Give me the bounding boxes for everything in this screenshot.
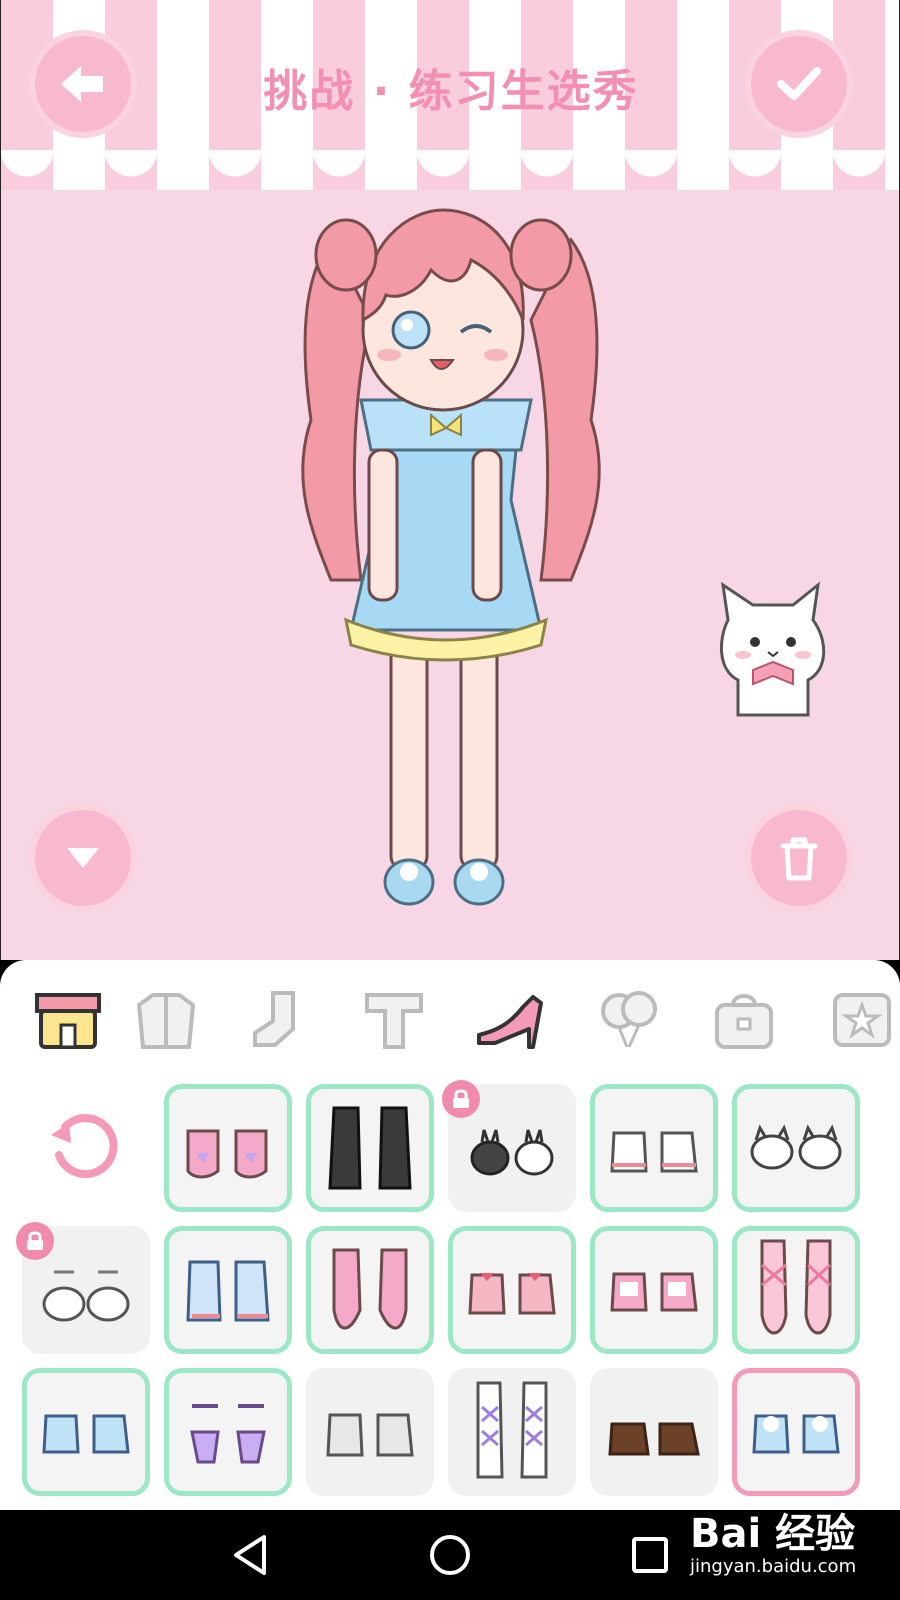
shoe-thumb bbox=[470, 1129, 554, 1176]
shoe-thumb bbox=[42, 1414, 130, 1454]
shoe-thumb bbox=[750, 1124, 842, 1170]
category-tabs bbox=[0, 960, 900, 1070]
jacket-icon bbox=[136, 993, 196, 1049]
shoe-item[interactable] bbox=[306, 1084, 434, 1212]
shoe-item[interactable] bbox=[22, 1368, 150, 1496]
tab-coat[interactable] bbox=[130, 984, 202, 1056]
shop-icon bbox=[35, 993, 101, 1049]
shoe-item[interactable] bbox=[590, 1226, 718, 1354]
triangle-down-icon bbox=[67, 848, 99, 868]
shoe-thumb bbox=[42, 1270, 130, 1322]
tab-shop[interactable] bbox=[32, 984, 104, 1056]
nav-back-button[interactable] bbox=[225, 1530, 275, 1580]
lock-badge bbox=[442, 1080, 480, 1118]
lock-badge bbox=[16, 1222, 54, 1260]
wardrobe-panel bbox=[0, 960, 900, 1510]
watermark-logo: Bai 经验 bbox=[690, 1511, 856, 1557]
shoe-item[interactable] bbox=[306, 1226, 434, 1354]
tab-top[interactable] bbox=[358, 984, 430, 1056]
nav-recent-button[interactable] bbox=[625, 1530, 675, 1580]
shoe-item[interactable] bbox=[590, 1084, 718, 1212]
shoe-thumb bbox=[186, 1260, 270, 1322]
shoe-thumb bbox=[760, 1239, 832, 1335]
sock-icon bbox=[253, 991, 295, 1047]
star-badge-icon bbox=[833, 993, 891, 1047]
dressup-stage: 挑战 · 练习生选秀 bbox=[0, 0, 900, 960]
shoe-thumb bbox=[610, 1272, 698, 1312]
nav-home-icon bbox=[430, 1535, 470, 1575]
reset-icon bbox=[51, 1114, 118, 1179]
delete-button[interactable] bbox=[745, 804, 853, 912]
shoe-thumb bbox=[608, 1422, 700, 1456]
confirm-button[interactable] bbox=[745, 30, 853, 138]
nav-recent-icon bbox=[632, 1537, 668, 1573]
shoe-thumb bbox=[332, 1248, 408, 1330]
tab-balloons[interactable] bbox=[592, 984, 664, 1056]
awning-scallop bbox=[1, 150, 899, 196]
shoe-thumb bbox=[610, 1131, 698, 1173]
shoe-thumb bbox=[326, 1413, 414, 1457]
nav-home-button[interactable] bbox=[425, 1530, 475, 1580]
lock-icon bbox=[27, 1231, 43, 1250]
trash-icon bbox=[780, 837, 818, 881]
watermark: Bai 经验 jingyan.baidu.com bbox=[690, 1512, 856, 1578]
shoe-item[interactable] bbox=[448, 1226, 576, 1354]
shoe-item-selected[interactable] bbox=[732, 1368, 860, 1496]
bag-icon bbox=[715, 994, 773, 1049]
shoe-thumb bbox=[468, 1273, 556, 1315]
shoe-item[interactable] bbox=[164, 1084, 292, 1212]
collapse-button[interactable] bbox=[29, 804, 137, 912]
tab-socks[interactable] bbox=[240, 984, 312, 1056]
shirt-icon bbox=[365, 993, 423, 1049]
shoe-thumb bbox=[186, 1129, 268, 1179]
lock-icon bbox=[453, 1089, 469, 1108]
nav-back-icon bbox=[234, 1535, 266, 1575]
pet-cat[interactable] bbox=[713, 580, 833, 720]
high-heel-icon bbox=[477, 995, 543, 1049]
shoe-item[interactable] bbox=[590, 1368, 718, 1496]
tab-shoes[interactable] bbox=[474, 984, 546, 1056]
shoe-thumb bbox=[476, 1381, 548, 1479]
shoe-item[interactable] bbox=[732, 1226, 860, 1354]
shoe-thumb bbox=[190, 1404, 266, 1464]
shoe-item[interactable] bbox=[448, 1368, 576, 1496]
shoe-item[interactable] bbox=[164, 1368, 292, 1496]
shoe-item[interactable] bbox=[306, 1368, 434, 1496]
watermark-url: jingyan.baidu.com bbox=[690, 1556, 857, 1577]
character-avatar[interactable] bbox=[291, 200, 611, 930]
shoe-thumb bbox=[752, 1414, 840, 1454]
tab-badge[interactable] bbox=[826, 984, 898, 1056]
tab-bag[interactable] bbox=[708, 984, 780, 1056]
reset-button[interactable] bbox=[40, 1102, 130, 1192]
shoe-item[interactable] bbox=[164, 1226, 292, 1354]
shoe-item[interactable] bbox=[732, 1084, 860, 1212]
check-icon bbox=[777, 67, 821, 100]
balloon-icon bbox=[601, 991, 657, 1048]
shoe-thumb bbox=[328, 1106, 412, 1190]
